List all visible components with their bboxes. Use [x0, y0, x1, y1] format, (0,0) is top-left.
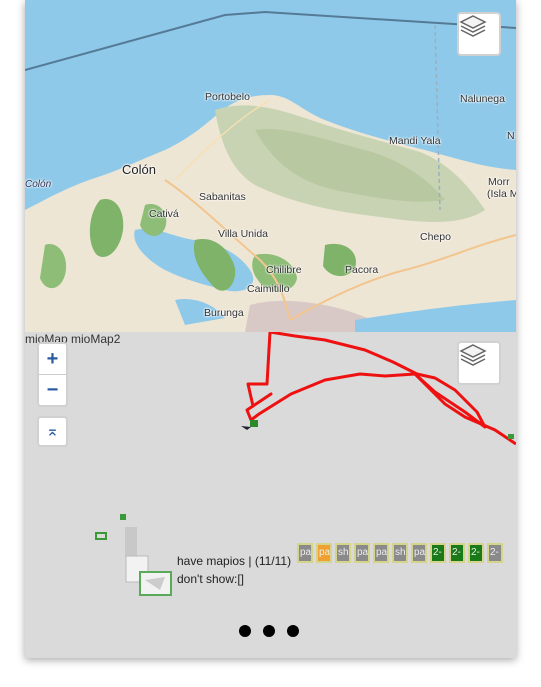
top-map[interactable]: Portobelo Nalunega Mandi Yala Colón Saba… — [25, 0, 516, 332]
zoom-out-button[interactable]: − — [39, 374, 66, 405]
mapio-chip[interactable]: pa — [316, 543, 332, 563]
place-label: Burunga — [204, 307, 244, 319]
mapio-chip[interactable]: sh — [335, 543, 351, 563]
place-label: (Isla M — [487, 188, 516, 200]
zoom-control: + − — [37, 342, 68, 407]
place-label: Cativá — [149, 208, 179, 220]
map-container: Portobelo Nalunega Mandi Yala Colón Saba… — [25, 0, 516, 658]
place-label: Colón — [25, 179, 52, 190]
mapio-chip[interactable]: 2- — [430, 543, 446, 563]
place-label: Mandi Yala — [389, 135, 441, 147]
place-label: N — [507, 130, 515, 142]
place-label: Chepo — [420, 231, 451, 243]
layers-button-bottom[interactable] — [457, 341, 501, 385]
go-top-button[interactable]: ⌅ — [37, 416, 68, 447]
mapio-chip[interactable]: 2- — [449, 543, 465, 563]
place-label: Villa Unida — [218, 228, 269, 240]
dont-show-list: don't show:[] — [177, 572, 244, 586]
mapio-chip[interactable]: 2- — [487, 543, 503, 563]
mapios-status: have mapios | (11/11) — [177, 554, 292, 568]
place-label: Sabanitas — [199, 191, 246, 203]
bottom-map-drawing — [95, 332, 516, 596]
bottom-map[interactable] — [25, 332, 516, 658]
mapio-chip[interactable]: pa — [297, 543, 313, 563]
place-label: Chilibre — [266, 264, 302, 276]
mapio-chip[interactable]: pa — [373, 543, 389, 563]
pager-dot[interactable] — [287, 625, 299, 637]
mapio-chip[interactable]: pa — [354, 543, 370, 563]
place-label: Pacora — [345, 264, 379, 276]
mapio-chip[interactable]: sh — [392, 543, 408, 563]
layers-button-top[interactable] — [457, 12, 501, 56]
mapio-chip[interactable]: 2- — [468, 543, 484, 563]
place-label: Caimitillo — [247, 283, 290, 295]
place-label: Nalunega — [460, 93, 505, 105]
mapio-chip[interactable]: pa — [411, 543, 427, 563]
place-label: Morr — [488, 176, 510, 188]
pager-dot[interactable] — [239, 625, 251, 637]
pager-dots — [239, 625, 299, 637]
pager-dot[interactable] — [263, 625, 275, 637]
place-label: Colón — [122, 162, 156, 177]
mapio-chip-list: pa pa sh pa pa sh pa 2- 2- 2- 2- — [297, 543, 503, 563]
zoom-in-button[interactable]: + — [39, 344, 66, 374]
place-label: Portobelo — [205, 91, 250, 103]
